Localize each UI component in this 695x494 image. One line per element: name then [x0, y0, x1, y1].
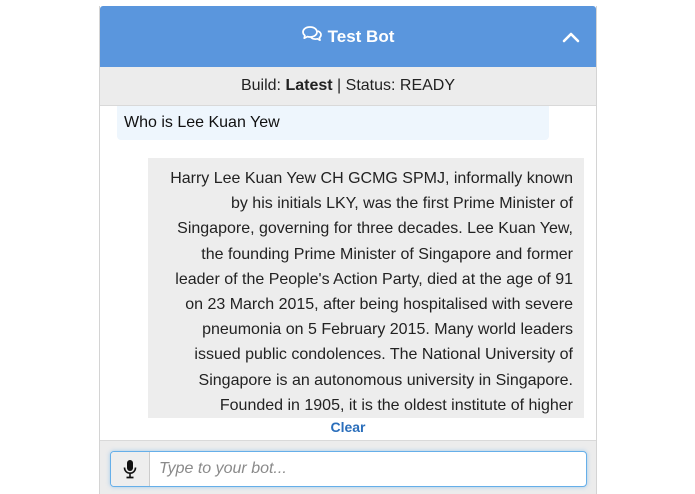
- header-title-group: Test Bot: [100, 6, 596, 67]
- build-label: Build:: [240, 77, 281, 94]
- build-status-bar: Build: Latest | Status: READY: [100, 67, 596, 106]
- bot-message-line: Founded in 1905, it is the oldest instit…: [219, 396, 573, 414]
- bot-message-line: by his initials LKY, was the first Prime…: [230, 195, 573, 213]
- clear-button[interactable]: Clear: [100, 419, 596, 435]
- microphone-icon: [123, 460, 137, 479]
- user-message: Who is Lee Kuan Yew: [117, 106, 549, 140]
- chevron-up-icon: [562, 32, 580, 43]
- collapse-button[interactable]: [560, 26, 582, 48]
- chat-input[interactable]: [150, 452, 586, 486]
- bot-message-line: Harry Lee Kuan Yew CH GCMG SPMJ, informa…: [170, 170, 573, 187]
- test-bot-panel: Test Bot Build: Latest | Status: READY W…: [99, 6, 597, 494]
- panel-header: Test Bot: [100, 6, 596, 67]
- bot-message-line: issued public condolences. The National …: [194, 346, 573, 364]
- chat-bubbles-icon: [301, 25, 328, 48]
- bot-message-line: pneumonia on 5 February 2015. Many world…: [202, 321, 573, 339]
- bot-message-line: the founding Prime Minister of Singapore…: [201, 245, 573, 263]
- status-separator: |: [337, 77, 342, 94]
- build-value: Latest: [285, 77, 333, 94]
- input-area: [100, 440, 596, 494]
- status-text: Status: READY: [345, 77, 456, 94]
- microphone-button[interactable]: [111, 452, 150, 486]
- input-group: [110, 451, 587, 487]
- bot-title: Test Bot: [327, 26, 395, 46]
- bot-message-line: on 23 March 2015, after being hospitalis…: [185, 296, 573, 314]
- bot-message-line: Singapore, governing for three decades. …: [177, 220, 573, 238]
- bot-message-line: Singapore is an autonomous university in…: [198, 371, 573, 389]
- message-list[interactable]: Who is Lee Kuan Yew Harry Lee Kuan Yew C…: [100, 106, 596, 418]
- bot-message-line: leader of the People's Action Party, die…: [175, 270, 573, 288]
- bot-message: Harry Lee Kuan Yew CH GCMG SPMJ, informa…: [148, 158, 584, 418]
